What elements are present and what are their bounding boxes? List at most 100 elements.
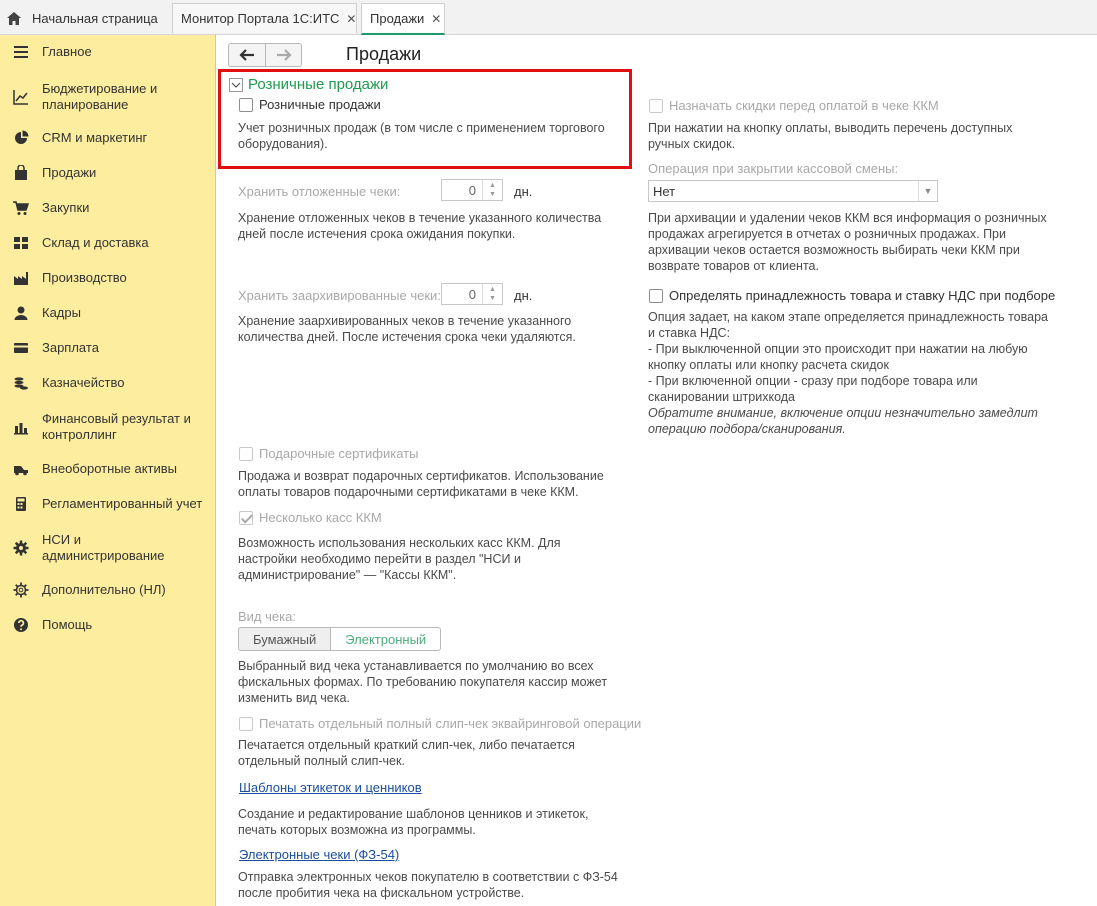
spin-value: 0 [468,183,476,198]
sidebar-item-label: Бюджетирование и планирование [42,81,158,112]
multi-kkm-checkbox[interactable]: Несколько касс ККМ [239,509,382,525]
checkbox-label: Подарочные сертификаты [259,446,419,462]
sidebar-item-regulated-accounting[interactable]: Регламентированный учет [0,496,215,512]
sidebar-item-help[interactable]: Помощь [0,617,215,633]
sidebar-item-label: Кадры [42,305,81,320]
vat-checkbox[interactable]: Определять принадлежность товара и ставк… [649,287,1055,303]
sidebar-item-label: Производство [42,270,127,285]
gear-outline-icon [12,582,30,598]
tab-home[interactable]: Начальная страница [0,3,168,33]
sidebar-item-fixed-assets[interactable]: Внеоборотные активы [0,461,215,477]
sidebar-item-budgeting[interactable]: Бюджетирование и планирование [0,79,215,115]
gift-certificates-checkbox[interactable]: Подарочные сертификаты [239,445,418,461]
spin-arrows-icon[interactable]: ▲ ▼ [482,284,502,304]
sidebar-item-hr[interactable]: Кадры [0,305,215,321]
sidebar-item-treasury[interactable]: Казначейство [0,375,215,391]
sidebar-item-purchases[interactable]: Закупки [0,200,215,216]
sidebar-item-label: Склад и доставка [42,235,149,250]
checkbox-label: Назначать скидки перед оплатой в чеке КК… [669,98,939,114]
select-value: Нет [653,184,676,199]
checkbox-label: Несколько касс ККМ [259,510,382,526]
back-button[interactable] [228,43,265,67]
menu-icon [12,44,30,60]
sidebar-item-label: Казначейство [42,375,125,390]
spin-arrows-icon[interactable]: ▲ ▼ [482,180,502,200]
tab-bar: Начальная страница Монитор Портала 1С:ИТ… [0,0,1097,35]
sidebar-item-financial-result[interactable]: Финансовый результат и контроллинг [0,409,215,445]
receipt-type-switch: Бумажный Электронный [238,627,442,651]
tab-sales[interactable]: Продажи ✕ [361,3,445,35]
shift-close-label: Операция при закрытии кассовой смены: [648,161,899,176]
chevron-down-icon [229,77,243,92]
receipt-type-paper[interactable]: Бумажный [238,627,332,651]
bar-chart-icon [12,419,30,435]
postponed-days-input[interactable]: 0 ▲ ▼ [441,179,503,201]
main-content: Продажи Розничные продажи Розничные прод… [217,35,1097,906]
discounts-checkbox[interactable]: Назначать скидки перед оплатой в чеке КК… [649,97,939,113]
section-retail-header[interactable]: Розничные продажи [229,76,388,93]
checkbox[interactable] [239,97,253,112]
sidebar-item-label: Регламентированный учет [42,496,203,511]
sidebar: Главное Бюджетирование и планирование CR… [0,35,216,906]
card-icon [12,340,30,356]
coins-icon [12,375,30,391]
sidebar-item-warehouse[interactable]: Склад и доставка [0,235,215,251]
section-title: Розничные продажи [248,76,389,93]
shift-close-select[interactable]: Нет ▼ [648,180,938,202]
sidebar-item-label: Продажи [42,165,97,180]
page-title: Продажи [346,44,422,64]
receipt-type-electronic[interactable]: Электронный [331,627,442,651]
templates-desc: Создание и редактирование шаблонов ценни… [238,807,589,837]
truck-icon [12,461,30,477]
sidebar-item-extra[interactable]: Дополнительно (НЛ) [0,582,215,598]
checkbox[interactable] [649,288,663,303]
forward-button[interactable] [265,43,302,67]
slip-checkbox[interactable]: Печатать отдельный полный слип-чек эквай… [239,715,641,731]
sidebar-item-label: Закупки [42,200,90,215]
sidebar-item-label: Помощь [42,617,93,632]
checkbox[interactable] [239,716,253,731]
sidebar-item-admin[interactable]: НСИ и администрирование [0,530,215,566]
archived-unit: дн. [514,288,533,303]
tab-label: Монитор Портала 1С:ИТС [181,11,340,26]
sidebar-item-sales[interactable]: Продажи [0,165,215,181]
sidebar-item-production[interactable]: Производство [0,270,215,286]
archived-days-input[interactable]: 0 ▲ ▼ [441,283,503,305]
history-nav [228,43,302,67]
vat-desc-line: - При включенной опции - сразу при подбо… [648,374,978,404]
sidebar-item-crm[interactable]: CRM и маркетинг [0,130,215,146]
checkbox[interactable] [239,510,253,525]
sidebar-item-main[interactable]: Главное [0,44,215,60]
discounts-desc: При нажатии на кнопку оплаты, выводить п… [648,121,1013,151]
checkbox[interactable] [649,98,663,113]
close-icon[interactable]: ✕ [346,12,356,26]
vat-desc-line: Опция задает, на каком этапе определяетс… [648,310,1048,340]
checkbox[interactable] [239,446,253,461]
sidebar-item-label: CRM и маркетинг [42,130,148,145]
tab-its-monitor[interactable]: Монитор Портала 1С:ИТС ✕ [172,3,357,33]
checkbox-label: Розничные продажи [259,97,381,113]
help-icon [12,617,30,633]
arrow-left-icon [239,49,254,61]
dropdown-arrow-icon[interactable]: ▼ [918,181,937,201]
retail-checkbox[interactable]: Розничные продажи [239,96,381,112]
calculator-icon [12,496,30,512]
label-templates-link[interactable]: Шаблоны этикеток и ценников [239,780,422,795]
sidebar-item-label: Внеоборотные активы [42,461,178,476]
receipt-type-desc: Выбранный вид чека устанавливается по ум… [238,659,608,705]
electronic-checks-link[interactable]: Электронные чеки (ФЗ-54) [239,847,399,862]
person-icon [12,305,30,321]
close-icon[interactable]: ✕ [431,12,441,26]
slip-desc: Печатается отдельный краткий слип-чек, л… [238,738,575,768]
gift-desc: Продажа и возврат подарочных сертификато… [238,469,604,499]
tab-label: Начальная страница [32,10,158,26]
tab-label: Продажи [370,11,425,26]
echecks-desc: Отправка электронных чеков покупателю в … [238,870,618,900]
sidebar-item-salary[interactable]: Зарплата [0,340,215,356]
multi-kkm-desc: Возможность использования нескольких кас… [238,536,561,582]
gear-icon [12,540,30,556]
grid-icon [12,235,30,251]
checkbox-label: Печатать отдельный полный слип-чек эквай… [259,716,642,732]
sidebar-item-label: Финансовый результат и контроллинг [42,411,191,442]
sidebar-item-label: Дополнительно (НЛ) [42,582,166,597]
